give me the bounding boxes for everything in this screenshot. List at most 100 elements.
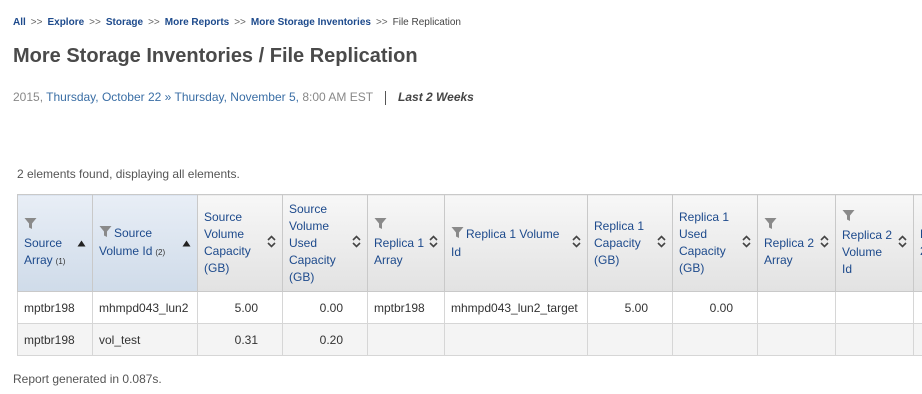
table-cell-replica-1-volume-id: mhmpd043_lun2_target bbox=[444, 291, 588, 324]
table-cell-replica-1-array bbox=[367, 323, 445, 356]
column-header-replica-2-array[interactable]: Replica 2 Array bbox=[757, 194, 836, 292]
date-range-time: 8:00 AM EST bbox=[302, 90, 374, 104]
breadcrumb-link-more-storage-inventories[interactable]: More Storage Inventories bbox=[251, 17, 371, 28]
table-cell-replica-1-used-capacity-gb: 0.00 bbox=[672, 291, 758, 324]
table-cell-replica-1-array: mptbr198 bbox=[367, 291, 445, 324]
breadcrumb-link-storage[interactable]: Storage bbox=[106, 17, 143, 28]
table-cell-source-volume-id: vol_test bbox=[92, 323, 198, 356]
column-header-label: Replica 1 Array bbox=[374, 217, 425, 269]
page-title: More Storage Inventories / File Replicat… bbox=[13, 45, 418, 67]
date-range-divider bbox=[385, 90, 387, 105]
date-range-end[interactable]: Thursday, November 5, bbox=[174, 90, 299, 104]
table-cell-source-volume-id: mhmpd043_lun2 bbox=[92, 291, 198, 324]
sort-order-indicator: (2) bbox=[155, 248, 166, 257]
sort-ascending-icon[interactable] bbox=[182, 236, 191, 250]
table-header-row: Source Array (1) Source Volume Id (2) Source… bbox=[17, 194, 922, 292]
table-row[interactable]: mptbr198 vol_test 0.31 0.20 bbox=[17, 323, 922, 356]
sort-toggle-icon[interactable] bbox=[898, 235, 907, 251]
column-header-label: Replica 2 Volume Id bbox=[842, 209, 894, 278]
date-range-arrow: » bbox=[164, 90, 172, 104]
table-cell-replica-2-array bbox=[757, 323, 836, 356]
sort-toggle-icon[interactable] bbox=[742, 235, 751, 251]
table-cell-replica-2-c bbox=[913, 323, 922, 356]
report-table: Source Array (1) Source Volume Id (2) Source… bbox=[17, 194, 922, 356]
column-header-content: Replica 2 Array bbox=[764, 195, 829, 291]
breadcrumb-separator: >> bbox=[234, 17, 246, 28]
column-header-source-volume-used-capacity-gb[interactable]: Source Volume Used Capacity (GB) bbox=[282, 194, 368, 292]
breadcrumb-link-all[interactable]: All bbox=[13, 17, 26, 28]
date-range-year: 2015, bbox=[13, 90, 44, 104]
table-cell-replica-2-volume-id bbox=[835, 291, 914, 324]
sort-toggle-icon[interactable] bbox=[820, 235, 829, 251]
results-count: 2 elements found, displaying all element… bbox=[17, 167, 240, 181]
table-cell-replica-1-volume-id bbox=[444, 323, 588, 356]
column-header-content: Source Array (1) bbox=[24, 195, 86, 291]
column-header-text: Source Volume Capacity (GB) bbox=[204, 210, 251, 275]
table-body: mptbr198 mhmpd043_lun2 5.00 0.00 mptbr198 mhm… bbox=[17, 291, 922, 356]
sort-ascending-icon[interactable] bbox=[77, 236, 86, 250]
column-header-text: Replica 1 Capacity (GB) bbox=[594, 218, 645, 267]
table-cell-source-volume-used-capacity-gb: 0.00 bbox=[282, 291, 368, 324]
table-cell-replica-2-c bbox=[913, 291, 922, 324]
date-range-start[interactable]: Thursday, October 22 bbox=[46, 90, 161, 104]
column-header-text: Replica 2 Array bbox=[764, 236, 815, 267]
table-cell-replica-1-capacity-gb: 5.00 bbox=[587, 291, 673, 324]
column-header-text: Replica 1 Volume Id bbox=[451, 226, 560, 259]
column-header-source-volume-capacity-gb[interactable]: Source Volume Capacity (GB) bbox=[197, 194, 283, 292]
column-header-content: Source Volume Id (2) bbox=[99, 195, 191, 291]
sort-toggle-icon[interactable] bbox=[352, 235, 361, 251]
table-cell-source-volume-capacity-gb: 0.31 bbox=[197, 323, 283, 356]
filter-icon[interactable] bbox=[24, 217, 37, 235]
filter-icon[interactable] bbox=[842, 209, 855, 227]
column-header-content: Replica 1 Capacity (GB) bbox=[594, 195, 666, 291]
column-header-source-volume-id[interactable]: Source Volume Id (2) bbox=[92, 194, 198, 292]
breadcrumb-link-explore[interactable]: Explore bbox=[47, 17, 84, 28]
filter-icon[interactable] bbox=[374, 217, 387, 235]
table-cell-source-array: mptbr198 bbox=[17, 291, 93, 324]
column-header-label: Replica 1 Capacity (GB) bbox=[594, 218, 653, 269]
column-header-replica-2-volume-id[interactable]: Replica 2 Volume Id bbox=[835, 194, 914, 292]
report-table-container: Source Array (1) Source Volume Id (2) Source… bbox=[17, 194, 922, 356]
sort-toggle-icon[interactable] bbox=[572, 235, 581, 251]
table-cell-replica-2-volume-id bbox=[835, 323, 914, 356]
breadcrumb-current: File Replication bbox=[392, 17, 461, 28]
sort-order-indicator: (1) bbox=[55, 256, 66, 266]
column-header-content: Source Volume Capacity (GB) bbox=[204, 195, 276, 291]
column-header-label: Source Volume Id (2) bbox=[99, 225, 178, 261]
column-header-source-array[interactable]: Source Array (1) bbox=[17, 194, 93, 292]
column-header-replica-1-capacity-gb[interactable]: Replica 1 Capacity (GB) bbox=[587, 194, 673, 292]
column-header-text: Replica 1 Array bbox=[374, 236, 425, 267]
table-cell-replica-2-array bbox=[757, 291, 836, 324]
column-header-label: Source Volume Used Capacity (GB) bbox=[289, 201, 348, 286]
column-header-label: Replica 2 Array bbox=[764, 217, 816, 269]
breadcrumb: All >> Explore >> Storage >> More Reports >> Mor… bbox=[13, 17, 461, 28]
sort-toggle-icon[interactable] bbox=[267, 235, 276, 251]
filter-icon[interactable] bbox=[99, 225, 112, 243]
breadcrumb-separator: >> bbox=[375, 17, 388, 28]
column-header-text: Source Volume Used Capacity (GB) bbox=[289, 201, 336, 284]
breadcrumb-link-more-reports[interactable]: More Reports bbox=[165, 17, 229, 28]
table-cell-replica-1-capacity-gb bbox=[587, 323, 673, 356]
column-header-content: Replica 2 Volume Id bbox=[842, 195, 907, 291]
column-header-replica-1-volume-id[interactable]: Replica 1 Volume Id bbox=[444, 194, 588, 292]
column-header-text: Replica 1 Used Capacity (GB) bbox=[679, 210, 730, 275]
column-header-label: Source Volume Capacity (GB) bbox=[204, 209, 263, 277]
breadcrumb-separator: >> bbox=[148, 17, 160, 28]
column-header-label: Source Array (1) bbox=[24, 217, 73, 270]
breadcrumb-separator: >> bbox=[89, 17, 101, 28]
filter-icon[interactable] bbox=[451, 226, 464, 244]
sort-toggle-icon[interactable] bbox=[429, 235, 438, 251]
breadcrumb-separator: >> bbox=[30, 17, 43, 28]
column-header-replica-1-array[interactable]: Replica 1 Array bbox=[367, 194, 445, 292]
filter-icon[interactable] bbox=[764, 217, 777, 235]
column-header-replica-2-c[interactable]: Replica 2 C bbox=[913, 194, 922, 292]
column-header-replica-1-used-capacity-gb[interactable]: Replica 1 Used Capacity (GB) bbox=[672, 194, 758, 292]
column-header-text: Replica 2 Volume Id bbox=[842, 227, 893, 276]
table-cell-source-volume-used-capacity-gb: 0.20 bbox=[282, 323, 368, 356]
report-generated-text: Report generated in 0.087s. bbox=[13, 372, 162, 386]
sort-toggle-icon[interactable] bbox=[657, 235, 666, 251]
date-range: 2015, Thursday, October 22 » Thursday, N… bbox=[13, 90, 474, 105]
table-cell-replica-1-used-capacity-gb bbox=[672, 323, 758, 356]
period-selector[interactable]: Last 2 Weeks bbox=[398, 90, 474, 104]
table-row[interactable]: mptbr198 mhmpd043_lun2 5.00 0.00 mptbr198 mhm… bbox=[17, 291, 922, 324]
